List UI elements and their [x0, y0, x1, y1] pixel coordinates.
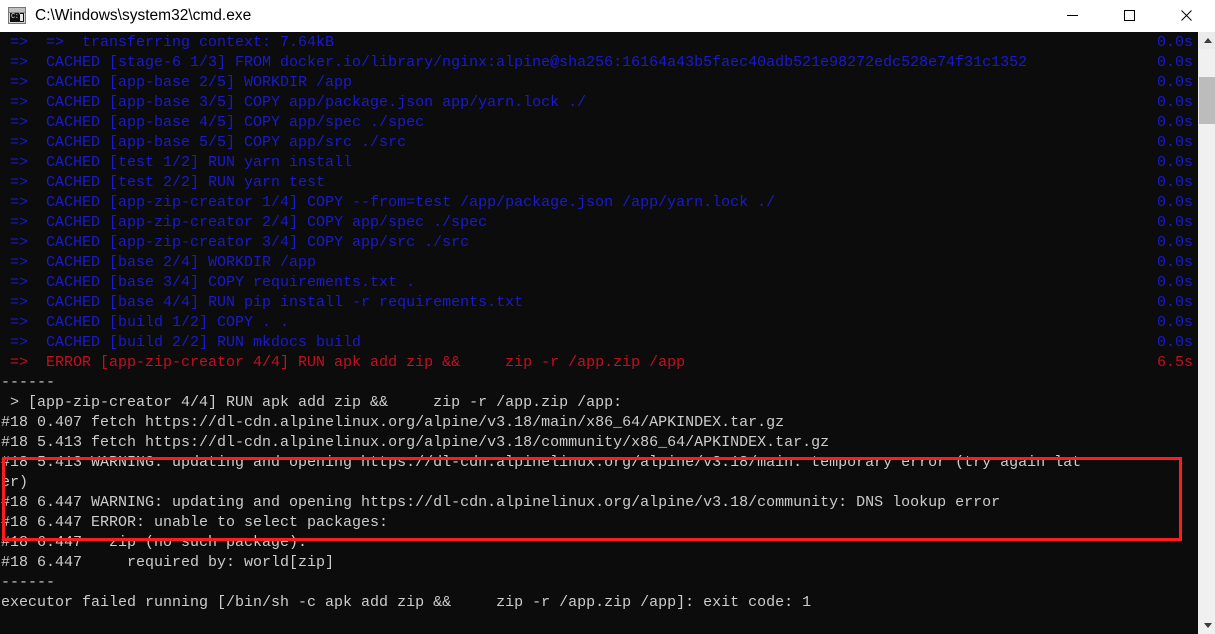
console-line-duration: 0.0s	[1156, 54, 1193, 71]
console-line: => CACHED [base 3/4] COPY requirements.t…	[0, 273, 1198, 293]
console-line: #18 6.447 ERROR: unable to select packag…	[0, 513, 1198, 533]
console-line-text: => => transferring context: 7.64kB	[1, 34, 335, 51]
console-line-text: => CACHED [app-base 4/5] COPY app/spec .…	[1, 114, 425, 131]
console-line-text: #18 5.413 fetch https://dl-cdn.alpinelin…	[1, 434, 830, 451]
console-scrollbar[interactable]	[1198, 32, 1215, 634]
console-line-text: #18 6.447 zip (no such package):	[1, 534, 308, 551]
console-line-text: => CACHED [build 1/2] COPY . .	[1, 314, 290, 331]
console-line-duration: 0.0s	[1156, 254, 1193, 271]
console-line-text: => CACHED [base 4/4] RUN pip install -r …	[1, 294, 524, 311]
console-line-text: #18 6.447 ERROR: unable to select packag…	[1, 514, 389, 531]
console-line-duration: 0.0s	[1156, 174, 1193, 191]
console-line: => CACHED [app-zip-creator 2/4] COPY app…	[0, 213, 1198, 233]
console-line: #18 5.413 fetch https://dl-cdn.alpinelin…	[0, 433, 1198, 453]
console-line: => CACHED [app-zip-creator 3/4] COPY app…	[0, 233, 1198, 253]
console-line-text: => CACHED [stage-6 1/3] FROM docker.io/l…	[1, 54, 1028, 71]
cmd-icon-cursor	[20, 14, 23, 21]
console-line: => CACHED [test 1/2] RUN yarn install 0.0…	[0, 153, 1198, 173]
console-line: #18 6.447 zip (no such package):	[0, 533, 1198, 553]
console-line: => CACHED [app-base 5/5] COPY app/src ./…	[0, 133, 1198, 153]
console-line-duration: 6.5s	[1156, 354, 1193, 371]
close-button[interactable]	[1158, 0, 1215, 32]
console-line-text: => CACHED [test 1/2] RUN yarn install	[1, 154, 353, 171]
console-line-text: executor failed running [/bin/sh -c apk …	[1, 594, 812, 611]
minimize-icon	[1067, 15, 1078, 16]
console-line-text: => CACHED [app-base 5/5] COPY app/src ./…	[1, 134, 407, 151]
scroll-up-button[interactable]	[1199, 32, 1215, 49]
cmd-console-icon: C:\	[8, 7, 26, 24]
console-line-duration: 0.0s	[1156, 134, 1193, 151]
console-line-duration: 0.0s	[1156, 74, 1193, 91]
console-line-duration: 0.0s	[1156, 214, 1193, 231]
scrollbar-thumb[interactable]	[1199, 77, 1215, 124]
console-line: #18 6.447 required by: world[zip]	[0, 553, 1198, 573]
console-line: => CACHED [base 2/4] WORKDIR /app 0.0s	[0, 253, 1198, 273]
console-line-text: #18 6.447 WARNING: updating and opening …	[1, 494, 1001, 511]
console-line: => CACHED [app-base 3/5] COPY app/packag…	[0, 93, 1198, 113]
console-line-text: => CACHED [app-base 2/5] WORKDIR /app	[1, 74, 353, 91]
console-line-duration: 0.0s	[1156, 314, 1193, 331]
console-line-text: #18 5.413 WARNING: updating and opening …	[1, 454, 1082, 471]
title-bar-left: C:\ C:\Windows\system32\cmd.exe	[0, 0, 1044, 31]
console-output[interactable]: => => transferring context: 7.64kB 0.0s =…	[0, 32, 1198, 634]
console-line-text: => CACHED [build 2/2] RUN mkdocs build	[1, 334, 362, 351]
console-line-text: => ERROR [app-zip-creator 4/4] RUN apk a…	[1, 354, 686, 371]
console-line: #18 5.413 WARNING: updating and opening …	[0, 453, 1198, 473]
console-line-duration: 0.0s	[1156, 34, 1193, 51]
console-line-text: => CACHED [app-zip-creator 2/4] COPY app…	[1, 214, 488, 231]
console-line: => CACHED [app-base 2/5] WORKDIR /app 0.0…	[0, 73, 1198, 93]
console-line: => ERROR [app-zip-creator 4/4] RUN apk a…	[0, 353, 1198, 373]
console-line: #18 6.447 WARNING: updating and opening …	[0, 493, 1198, 513]
console-line: => => transferring context: 7.64kB 0.0s	[0, 33, 1198, 53]
window-controls	[1044, 0, 1215, 32]
console-line-text: ------	[1, 574, 56, 591]
close-icon	[1181, 10, 1192, 21]
console-line-duration: 0.0s	[1156, 294, 1193, 311]
cmd-window: C:\ C:\Windows\system32\cmd.exe => => tr…	[0, 0, 1215, 634]
console-line-duration: 0.0s	[1156, 94, 1193, 111]
console-line-duration: 0.0s	[1156, 234, 1193, 251]
console-line: => CACHED [build 1/2] COPY . . 0.0s	[0, 313, 1198, 333]
console-line: ------	[0, 573, 1198, 593]
console-line-duration: 0.0s	[1156, 194, 1193, 211]
console-line-duration: 0.0s	[1156, 334, 1193, 351]
window-title: C:\Windows\system32\cmd.exe	[35, 6, 252, 24]
console-line: => CACHED [base 4/4] RUN pip install -r …	[0, 293, 1198, 313]
console-line-text: #18 6.447 required by: world[zip]	[1, 554, 335, 571]
title-bar: C:\ C:\Windows\system32\cmd.exe	[0, 0, 1215, 32]
console-line-text: ------	[1, 374, 56, 391]
minimize-button[interactable]	[1044, 0, 1101, 32]
console-line: er)	[0, 473, 1198, 493]
scroll-up-arrow-icon	[1203, 38, 1212, 43]
maximize-button[interactable]	[1101, 0, 1158, 32]
maximize-icon	[1124, 10, 1135, 21]
console-line: > [app-zip-creator 4/4] RUN apk add zip …	[0, 393, 1198, 413]
console-area: => => transferring context: 7.64kB 0.0s =…	[0, 32, 1215, 634]
console-line-duration: 0.0s	[1156, 154, 1193, 171]
console-line-text: => CACHED [base 3/4] COPY requirements.t…	[1, 274, 416, 291]
console-line-text: > [app-zip-creator 4/4] RUN apk add zip …	[1, 394, 623, 411]
console-line-text: er)	[1, 474, 29, 491]
console-line-text: #18 0.407 fetch https://dl-cdn.alpinelin…	[1, 414, 785, 431]
console-line: => CACHED [test 2/2] RUN yarn test 0.0s	[0, 173, 1198, 193]
console-line: => CACHED [app-base 4/5] COPY app/spec .…	[0, 113, 1198, 133]
console-line: => CACHED [app-zip-creator 1/4] COPY --f…	[0, 193, 1198, 213]
console-line-text: => CACHED [app-zip-creator 1/4] COPY --f…	[1, 194, 776, 211]
console-line: executor failed running [/bin/sh -c apk …	[0, 593, 1198, 613]
console-line-text: => CACHED [test 2/2] RUN yarn test	[1, 174, 326, 191]
scrollbar-track[interactable]	[1199, 49, 1215, 617]
scroll-down-button[interactable]	[1199, 617, 1215, 634]
console-line: #18 0.407 fetch https://dl-cdn.alpinelin…	[0, 413, 1198, 433]
console-line-text: => CACHED [app-zip-creator 3/4] COPY app…	[1, 234, 470, 251]
console-line: => CACHED [build 2/2] RUN mkdocs build 0.…	[0, 333, 1198, 353]
console-line: ------	[0, 373, 1198, 393]
console-line-text: => CACHED [base 2/4] WORKDIR /app	[1, 254, 317, 271]
console-line-text: => CACHED [app-base 3/5] COPY app/packag…	[1, 94, 587, 111]
console-line-duration: 0.0s	[1156, 274, 1193, 291]
scroll-down-arrow-icon	[1203, 623, 1212, 628]
console-line: => CACHED [stage-6 1/3] FROM docker.io/l…	[0, 53, 1198, 73]
console-line-duration: 0.0s	[1156, 114, 1193, 131]
